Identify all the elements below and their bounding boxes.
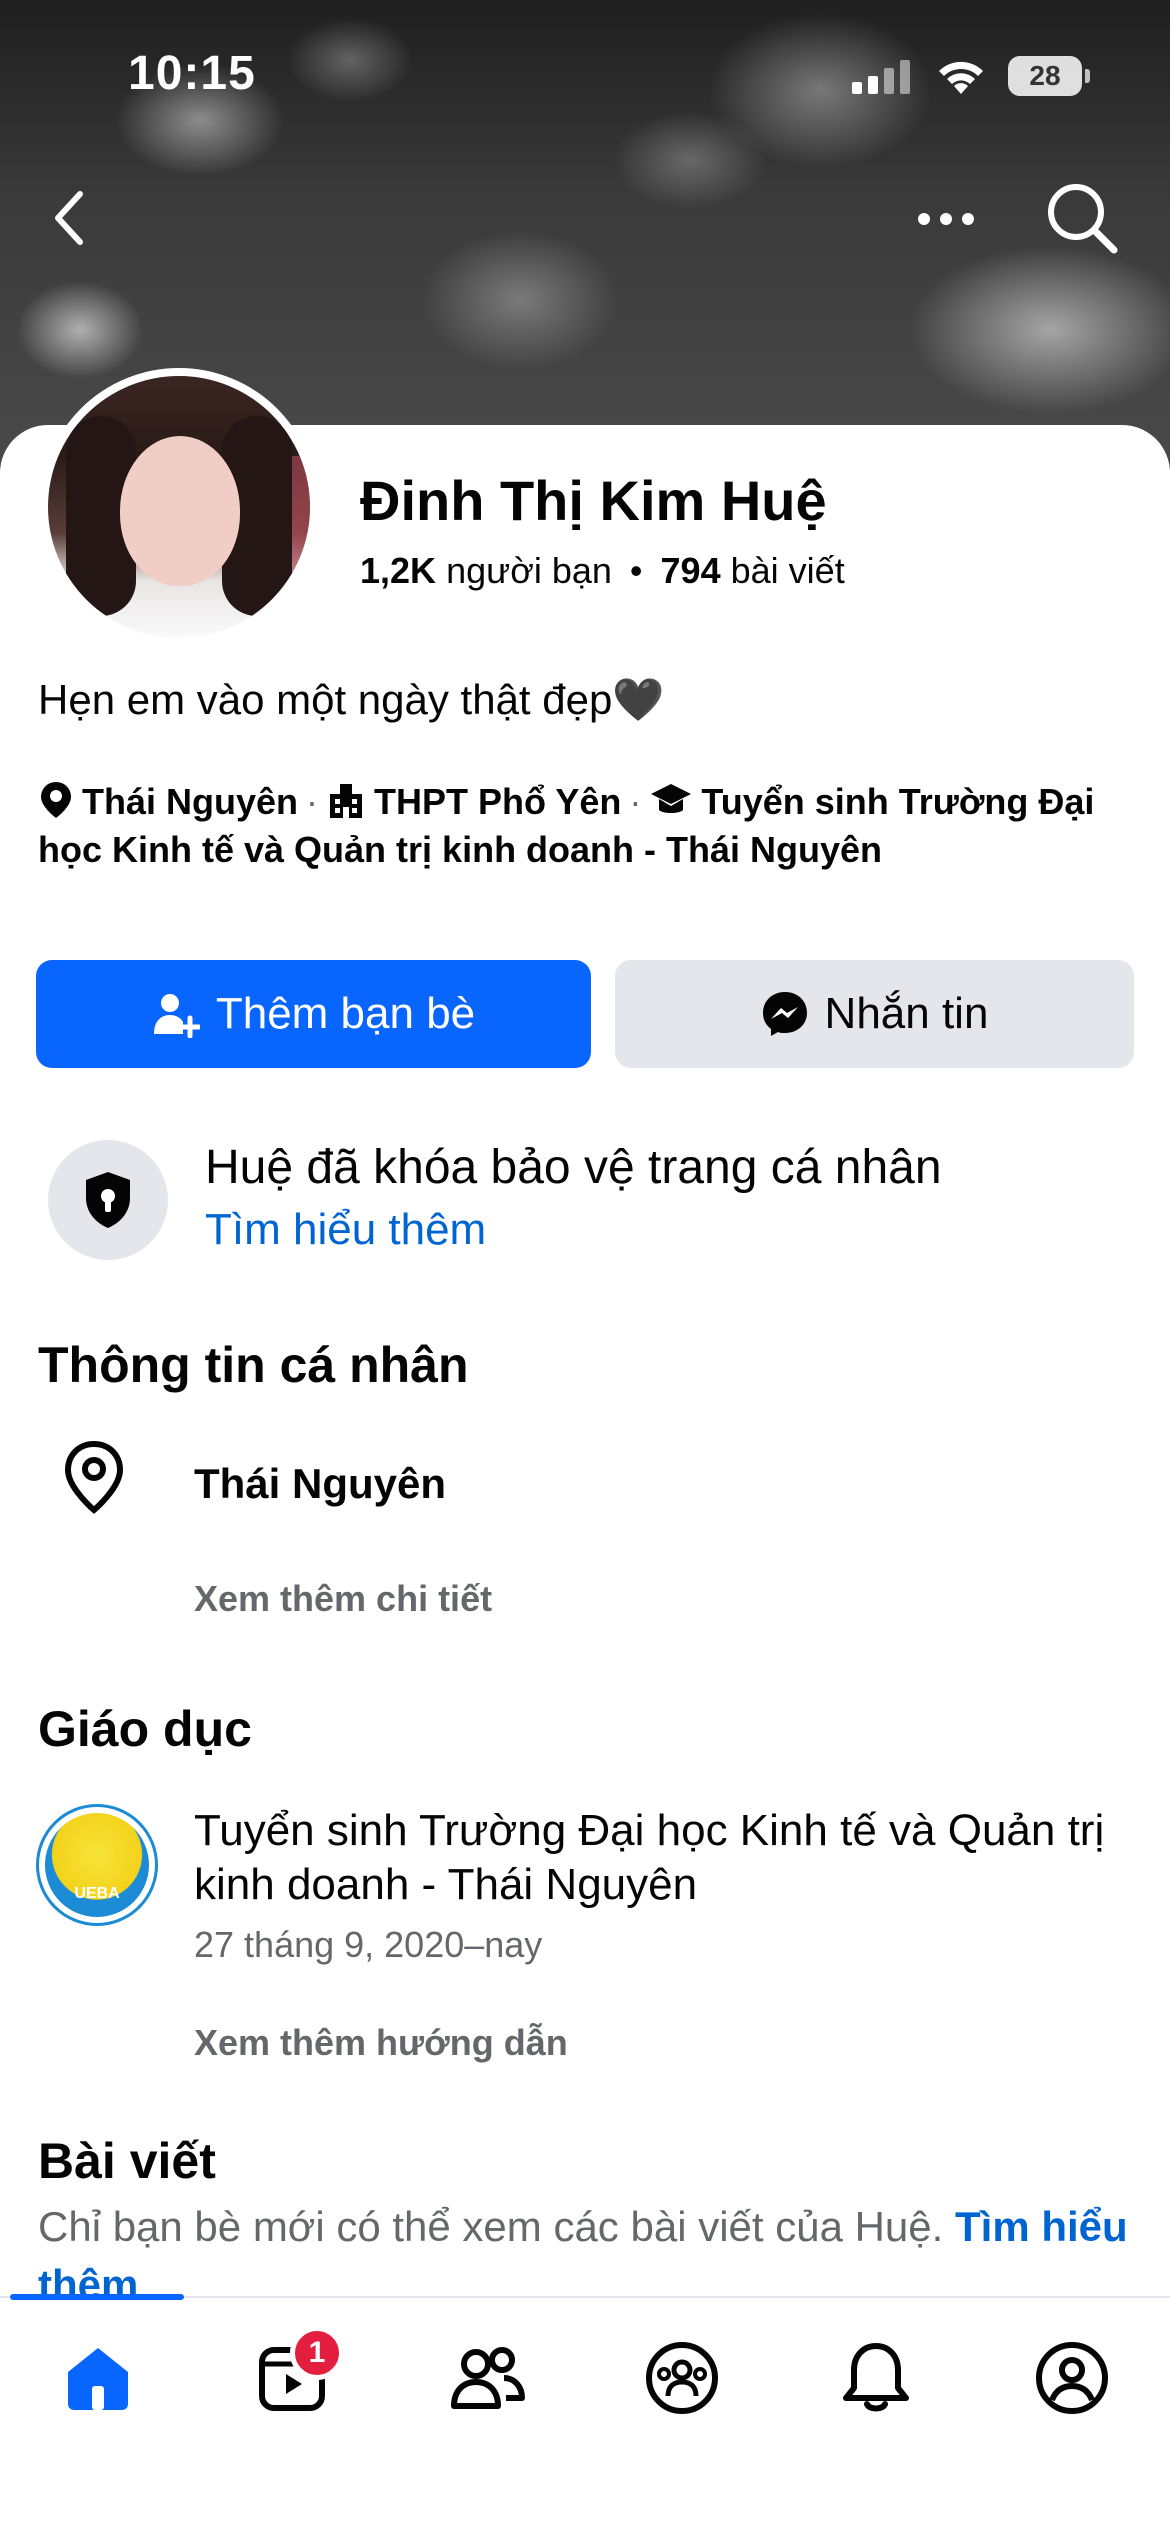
status-bar: 10:15 28 bbox=[0, 0, 1170, 150]
personal-info-heading: Thông tin cá nhân bbox=[38, 1337, 469, 1393]
school-building-icon bbox=[330, 784, 363, 818]
see-more-details-link[interactable]: Xem thêm chi tiết bbox=[194, 1578, 492, 1620]
profile-name: Đinh Thị Kim Huệ bbox=[360, 469, 827, 532]
friends-label: người bạn bbox=[446, 550, 612, 591]
info-location: Thái Nguyên bbox=[194, 1460, 447, 1507]
stats-separator: • bbox=[629, 550, 643, 591]
profile-stats: 1,2K người bạn • 794 bài viết bbox=[360, 550, 845, 592]
more-options-icon[interactable] bbox=[916, 204, 976, 234]
see-more-guide-link[interactable]: Xem thêm hướng dẫn bbox=[194, 2022, 568, 2064]
detail-school: THPT Phổ Yên bbox=[374, 781, 622, 822]
friends-icon[interactable] bbox=[448, 2338, 528, 2418]
add-friend-label: Thêm bạn bè bbox=[215, 989, 476, 1038]
message-label: Nhắn tin bbox=[824, 989, 989, 1038]
messenger-icon bbox=[762, 992, 807, 1036]
add-friend-icon bbox=[153, 994, 200, 1038]
lock-notice-title: Huệ đã khóa bảo vệ trang cá nhân bbox=[205, 1141, 942, 1194]
message-button[interactable]: Nhắn tin bbox=[615, 960, 1134, 1068]
friends-count[interactable]: 1,2K bbox=[360, 550, 436, 591]
cellular-signal-icon bbox=[852, 58, 910, 94]
posts-count: 794 bbox=[660, 550, 721, 591]
detail-location: Thái Nguyên bbox=[82, 781, 299, 822]
location-pin-icon bbox=[41, 782, 71, 818]
home-icon[interactable] bbox=[58, 2338, 138, 2418]
education-heading: Giáo dục bbox=[38, 1701, 252, 1757]
search-icon[interactable] bbox=[1044, 180, 1120, 256]
wifi-icon bbox=[939, 61, 983, 94]
location-pin-icon bbox=[64, 1440, 124, 1514]
education-school[interactable]: Tuyển sinh Trường Đại học Kinh tế và Quả… bbox=[194, 1804, 1134, 1912]
education-date: 27 tháng 9, 2020–nay bbox=[194, 1924, 543, 1965]
profile-icon[interactable] bbox=[1032, 2338, 1112, 2418]
lock-learn-more-link[interactable]: Tìm hiểu thêm bbox=[205, 1205, 486, 1255]
active-tab-indicator bbox=[10, 2294, 184, 2300]
battery-indicator: 28 bbox=[1008, 56, 1090, 96]
avatar[interactable] bbox=[40, 368, 318, 646]
add-friend-button[interactable]: Thêm bạn bè bbox=[36, 960, 591, 1068]
posts-heading: Bài viết bbox=[38, 2133, 216, 2189]
bottom-tab-bar: 1 bbox=[0, 2294, 1170, 2532]
groups-icon[interactable] bbox=[642, 2338, 722, 2418]
profile-bio: Hẹn em vào một ngày thật đẹp🖤 bbox=[38, 676, 665, 723]
university-logo[interactable]: UEBA bbox=[36, 1804, 158, 1926]
lock-badge bbox=[48, 1140, 168, 1260]
posts-label: bài viết bbox=[730, 550, 845, 591]
notifications-icon[interactable] bbox=[836, 2338, 916, 2418]
status-time: 10:15 bbox=[128, 47, 256, 100]
back-icon[interactable] bbox=[50, 188, 90, 248]
profile-details: Thái Nguyên · THPT Phổ Yên · Tuyển sinh Trườ… bbox=[38, 781, 1095, 870]
shield-lock-icon bbox=[86, 1172, 130, 1228]
video-badge: 1 bbox=[290, 2326, 344, 2380]
graduation-cap-icon bbox=[651, 784, 692, 813]
